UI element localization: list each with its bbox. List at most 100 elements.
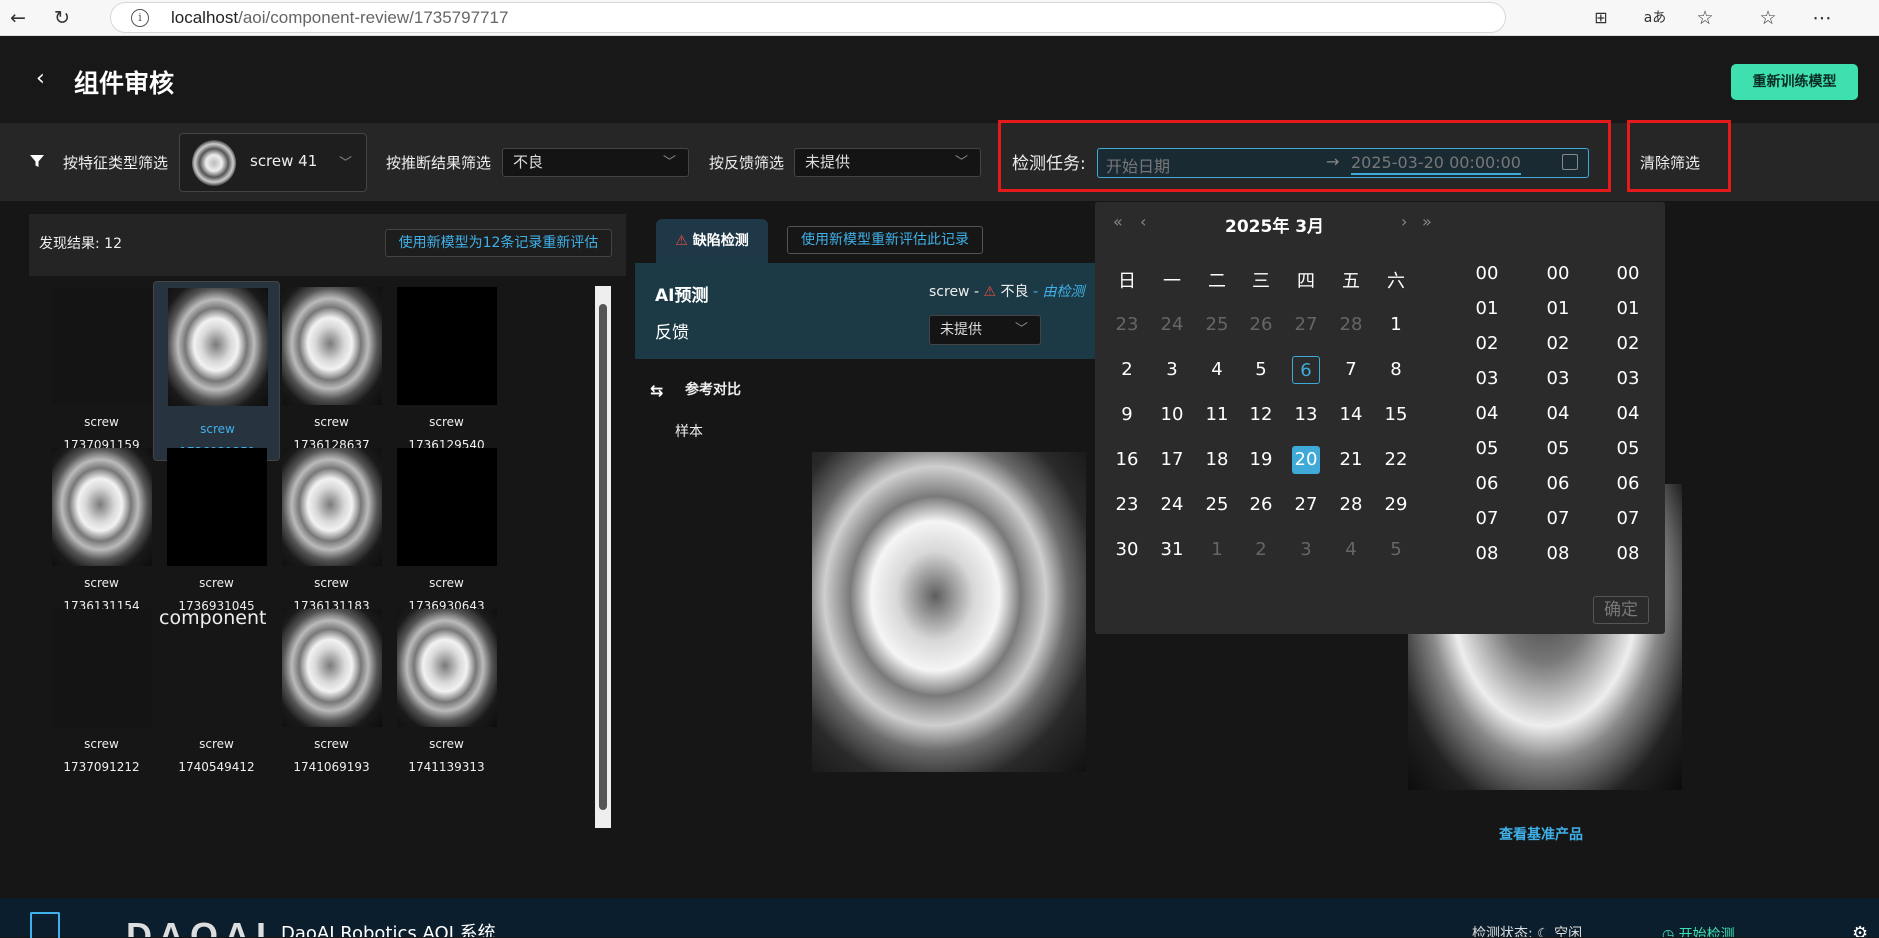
calendar-day[interactable]: 28 xyxy=(1337,491,1365,519)
minute-option[interactable]: 00 xyxy=(1538,256,1578,291)
clear-filters-button[interactable]: 清除筛选 xyxy=(1640,152,1700,173)
calendar-day[interactable]: 3 xyxy=(1158,356,1186,384)
second-option[interactable]: 08 xyxy=(1608,536,1648,571)
calendar-day[interactable]: 16 xyxy=(1113,446,1141,474)
result-card[interactable]: screw 1736131154 xyxy=(38,442,165,622)
reload-icon[interactable]: ↻ xyxy=(50,6,74,30)
calendar-day[interactable]: 5 xyxy=(1382,536,1410,564)
minute-option[interactable]: 08 xyxy=(1538,536,1578,571)
favorite-star-icon[interactable]: ☆ xyxy=(1693,6,1717,30)
calendar-day[interactable]: 31 xyxy=(1158,536,1186,564)
back-chevron-icon[interactable]: ‹ xyxy=(36,66,45,91)
calendar-day[interactable]: 7 xyxy=(1337,356,1365,384)
feedback-select[interactable]: 未提供 ﹀ xyxy=(929,315,1041,345)
ai-result-source-link[interactable]: 由检测 xyxy=(1042,284,1084,300)
prev-month-icon[interactable]: ‹ xyxy=(1140,212,1146,231)
result-card[interactable]: screw 1736131183 xyxy=(268,442,395,622)
second-option[interactable]: 03 xyxy=(1608,361,1648,396)
end-date-input[interactable]: 2025-03-20 00:00:00 xyxy=(1351,153,1521,175)
hour-option[interactable]: 03 xyxy=(1467,361,1507,396)
calendar-day[interactable]: 18 xyxy=(1203,446,1231,474)
prev-year-icon[interactable]: « xyxy=(1113,212,1123,231)
calendar-day[interactable]: 24 xyxy=(1158,311,1186,339)
second-option[interactable]: 00 xyxy=(1608,256,1648,291)
minute-column[interactable]: 00 01 02 03 04 05 06 07 08 xyxy=(1538,256,1578,571)
tab-defect-detection[interactable]: ⚠ 缺陷检测 xyxy=(656,219,768,263)
calendar-day[interactable]: 4 xyxy=(1337,536,1365,564)
view-baseline-link[interactable]: 查看基准产品 xyxy=(1499,824,1583,844)
home-icon[interactable] xyxy=(30,912,60,938)
calendar-day[interactable]: 27 xyxy=(1292,491,1320,519)
calendar-day[interactable]: 5 xyxy=(1247,356,1275,384)
address-bar[interactable]: i localhost/aoi/component-review/1735797… xyxy=(110,2,1506,33)
minute-option[interactable]: 06 xyxy=(1538,466,1578,501)
browser-back-icon[interactable]: ← xyxy=(6,6,30,30)
calendar-day[interactable]: 12 xyxy=(1247,401,1275,429)
confirm-button[interactable]: 确定 xyxy=(1593,596,1649,624)
date-range-picker[interactable]: 开始日期 → 2025-03-20 00:00:00 xyxy=(1097,148,1589,178)
calendar-day[interactable]: 2 xyxy=(1113,356,1141,384)
second-option[interactable]: 04 xyxy=(1608,396,1648,431)
next-month-icon[interactable]: › xyxy=(1401,212,1407,231)
minute-option[interactable]: 07 xyxy=(1538,501,1578,536)
calendar-day[interactable]: 22 xyxy=(1382,446,1410,474)
calendar-day[interactable]: 23 xyxy=(1113,491,1141,519)
minute-option[interactable]: 02 xyxy=(1538,326,1578,361)
reevaluate-record-button[interactable]: 使用新模型重新评估此记录 xyxy=(787,226,983,254)
calendar-day[interactable]: 1 xyxy=(1382,311,1410,339)
calendar-day[interactable]: 25 xyxy=(1203,491,1231,519)
hour-option[interactable]: 06 xyxy=(1467,466,1507,501)
second-option[interactable]: 02 xyxy=(1608,326,1648,361)
second-column[interactable]: 00 01 02 03 04 05 06 07 08 xyxy=(1608,256,1648,571)
split-screen-icon[interactable]: ⊞ xyxy=(1589,6,1613,30)
feedback-filter-select[interactable]: 未提供 ﹀ xyxy=(794,148,981,177)
hour-option[interactable]: 00 xyxy=(1467,256,1507,291)
calendar-day[interactable]: 26 xyxy=(1247,491,1275,519)
gear-icon[interactable]: ⚙ xyxy=(1852,924,1868,937)
calendar-day[interactable]: 3 xyxy=(1292,536,1320,564)
start-detection-button[interactable]: ◷ 开始检测 xyxy=(1662,926,1735,937)
calendar-day[interactable]: 19 xyxy=(1247,446,1275,474)
result-card[interactable]: screw 1736128637 xyxy=(268,281,395,461)
scrollbar-thumb[interactable] xyxy=(599,304,607,810)
hour-option[interactable]: 02 xyxy=(1467,326,1507,361)
calendar-day[interactable]: 20 xyxy=(1292,446,1320,474)
hour-option[interactable]: 08 xyxy=(1467,536,1507,571)
calendar-day[interactable]: 27 xyxy=(1292,311,1320,339)
calendar-day[interactable]: 2 xyxy=(1247,536,1275,564)
second-option[interactable]: 05 xyxy=(1608,431,1648,466)
minute-option[interactable]: 01 xyxy=(1538,291,1578,326)
favorites-list-icon[interactable]: ☆ xyxy=(1756,6,1780,30)
start-date-input[interactable]: 开始日期 xyxy=(1106,153,1170,177)
read-aloud-icon[interactable]: aあ xyxy=(1643,6,1667,30)
result-card[interactable]: screw 1741139313 xyxy=(383,603,510,783)
result-card[interactable]: screw 1736930643 xyxy=(383,442,510,622)
calendar-icon[interactable] xyxy=(1562,154,1578,170)
calendar-day[interactable]: 4 xyxy=(1203,356,1231,384)
calendar-day[interactable]: 24 xyxy=(1158,491,1186,519)
calendar-day[interactable]: 1 xyxy=(1203,536,1231,564)
feature-type-select[interactable]: screw 41 ﹀ xyxy=(179,133,367,192)
url-text[interactable]: localhost/aoi/component-review/173579771… xyxy=(171,8,508,28)
hour-option[interactable]: 07 xyxy=(1467,501,1507,536)
result-card[interactable]: screw1736931251 xyxy=(153,281,280,461)
calendar-day[interactable]: 23 xyxy=(1113,311,1141,339)
hour-option[interactable]: 04 xyxy=(1467,396,1507,431)
result-card[interactable]: screw 1737091159 xyxy=(38,281,165,461)
calendar-day[interactable]: 17 xyxy=(1158,446,1186,474)
calendar-day[interactable]: 25 xyxy=(1203,311,1231,339)
result-card[interactable]: screw 1737091212 xyxy=(38,603,165,783)
inference-result-select[interactable]: 不良 ﹀ xyxy=(502,148,689,177)
calendar-day[interactable]: 29 xyxy=(1382,491,1410,519)
calendar-day[interactable]: 15 xyxy=(1382,401,1410,429)
calendar-day[interactable]: 11 xyxy=(1203,401,1231,429)
second-option[interactable]: 06 xyxy=(1608,466,1648,501)
minute-option[interactable]: 04 xyxy=(1538,396,1578,431)
calendar-day[interactable]: 6 xyxy=(1292,356,1320,384)
more-menu-icon[interactable]: ⋯ xyxy=(1810,6,1834,30)
calendar-day[interactable]: 14 xyxy=(1337,401,1365,429)
result-card[interactable]: component screw 1740549412 xyxy=(153,603,280,783)
next-year-icon[interactable]: » xyxy=(1422,212,1432,231)
site-info-icon[interactable]: i xyxy=(131,9,149,27)
hour-option[interactable]: 05 xyxy=(1467,431,1507,466)
